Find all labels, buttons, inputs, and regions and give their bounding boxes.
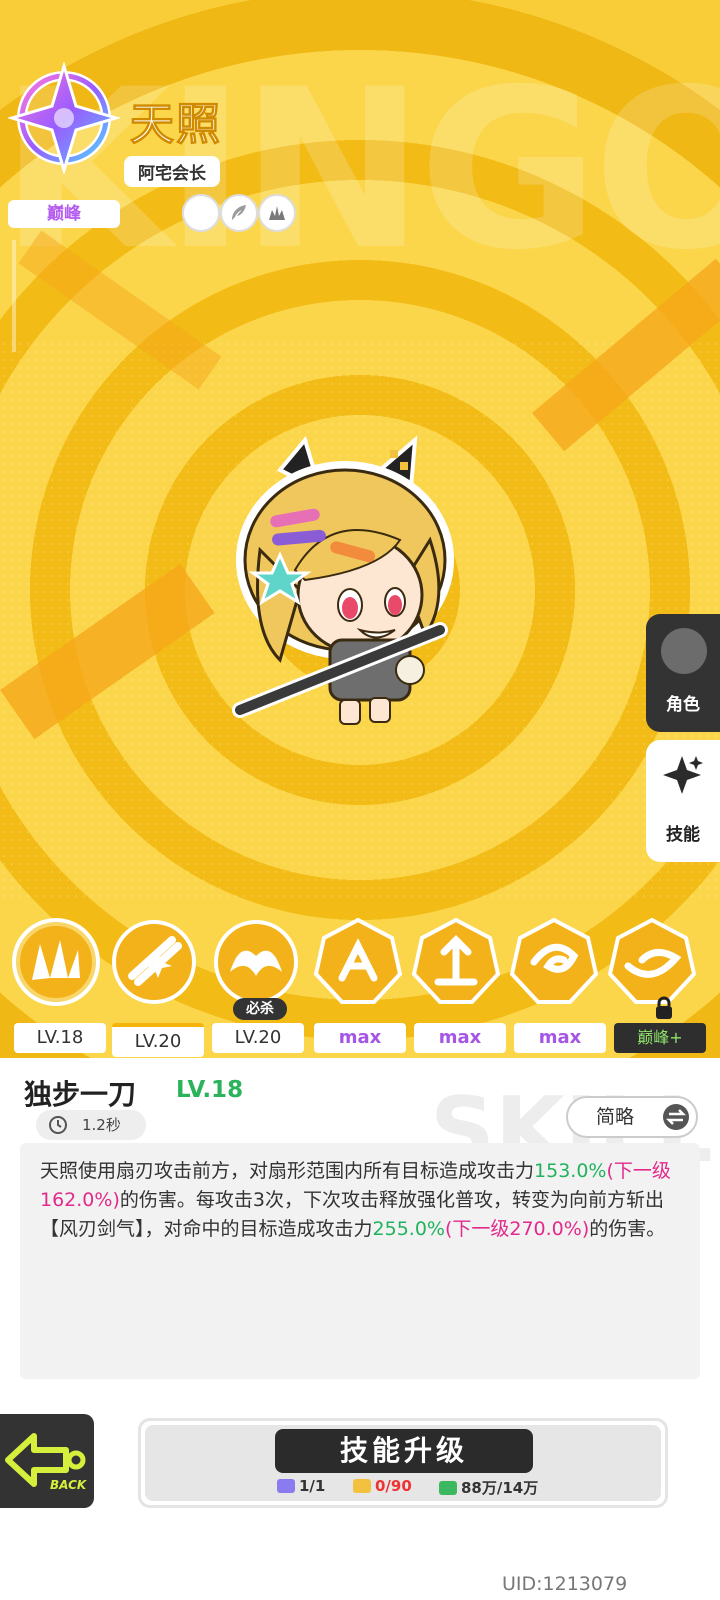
rank-badge: 巅峰	[8, 200, 120, 228]
skill-slot-7[interactable]	[606, 916, 698, 1008]
skill-level-2: LV.20	[112, 1023, 204, 1057]
cost-cash-value: 88万/14万	[461, 1479, 539, 1497]
up-arrows-icon	[411, 917, 501, 1004]
skill-level-3: LV.20	[212, 1023, 304, 1053]
tab-skill[interactable]: 技能	[646, 740, 720, 862]
clock-icon	[49, 1116, 67, 1134]
skill-upgrade-label: 技能升级	[339, 1434, 468, 1467]
cost-ticket: 0/90	[353, 1477, 412, 1495]
skill-level-6: max	[514, 1023, 606, 1053]
skill-slot-3[interactable]	[210, 916, 302, 1008]
tab-character[interactable]: 角色	[646, 614, 720, 732]
skill-slot-2[interactable]	[108, 916, 200, 1008]
avatar-icon	[661, 628, 707, 674]
brief-toggle-label: 简略	[596, 1106, 635, 1128]
decor-line	[12, 240, 16, 352]
sparkle-icon	[663, 756, 703, 794]
cost-book: 1/1	[277, 1477, 325, 1495]
skill-description: 天照使用扇刃攻击前方，对扇形范围内所有目标造成攻击力153.0%(下一级162.…	[20, 1143, 700, 1379]
book-icon	[277, 1479, 295, 1493]
desc-value-1: 153.0%	[534, 1160, 607, 1182]
back-arrow-icon	[5, 1433, 86, 1487]
feather-skill-type-icon[interactable]	[220, 194, 258, 232]
character-sprite	[232, 435, 454, 725]
skill-level-4: max	[314, 1023, 406, 1053]
desc-value-2: 255.0%	[372, 1218, 445, 1240]
skill-slot-6[interactable]	[508, 916, 600, 1008]
slash-icon	[112, 920, 196, 1004]
desc-text-3: 的伤害。	[589, 1218, 666, 1240]
skill-slot-4[interactable]	[312, 916, 404, 1008]
leaf-attribute-icon[interactable]	[182, 194, 220, 232]
cooldown-value: 1.2秒	[82, 1116, 121, 1134]
skill-level-1: LV.18	[14, 1023, 106, 1053]
rank-emblem-icon	[8, 62, 120, 174]
cash-icon	[439, 1481, 457, 1495]
skill-slot-5[interactable]	[410, 916, 502, 1008]
lock-icon	[656, 996, 672, 1019]
character-title: 阿宅会长	[124, 156, 220, 187]
cooldown-badge: 1.2秒	[36, 1110, 146, 1140]
spike-skill-type-icon[interactable]	[258, 194, 296, 232]
spiral-slash-icon	[607, 917, 697, 1004]
whirlwind-fan-icon	[214, 920, 298, 1004]
user-id: UID:1213079	[502, 1573, 628, 1595]
back-label: BACK	[50, 1478, 87, 1492]
skill-slot-1[interactable]	[10, 916, 102, 1008]
ultimate-tag: 必杀	[233, 998, 287, 1020]
upgrade-panel-inner: 技能升级 1/1 0/90 88万/14万	[145, 1425, 661, 1501]
desc-text-1: 天照使用扇刃攻击前方，对扇形范围内所有目标造成攻击力	[40, 1160, 535, 1182]
desc-next-2: (下一级270.0%)	[444, 1218, 590, 1240]
vortex-icon	[509, 917, 599, 1004]
cost-cash: 88万/14万	[439, 1477, 538, 1498]
cost-ticket-value: 0/90	[375, 1477, 412, 1495]
tab-skill-label: 技能	[666, 825, 700, 845]
swap-icon	[663, 1104, 689, 1130]
fan-blade-icon	[12, 918, 100, 1006]
burst-icon	[313, 917, 403, 1004]
skill-level: LV.18	[176, 1077, 244, 1103]
skill-name: 独步一刀	[24, 1078, 137, 1111]
brief-toggle-button[interactable]: 简略	[566, 1096, 698, 1138]
skill-level-5: max	[414, 1023, 506, 1053]
cost-book-value: 1/1	[299, 1477, 326, 1495]
upgrade-panel: 技能升级 1/1 0/90 88万/14万	[138, 1418, 668, 1508]
tab-character-label: 角色	[666, 695, 700, 715]
skill-upgrade-button[interactable]: 技能升级	[275, 1429, 533, 1473]
character-name: 天照	[130, 99, 222, 151]
back-button[interactable]: BACK	[0, 1410, 98, 1512]
skill-level-7: 巅峰+	[614, 1023, 706, 1053]
ticket-icon	[353, 1479, 371, 1493]
